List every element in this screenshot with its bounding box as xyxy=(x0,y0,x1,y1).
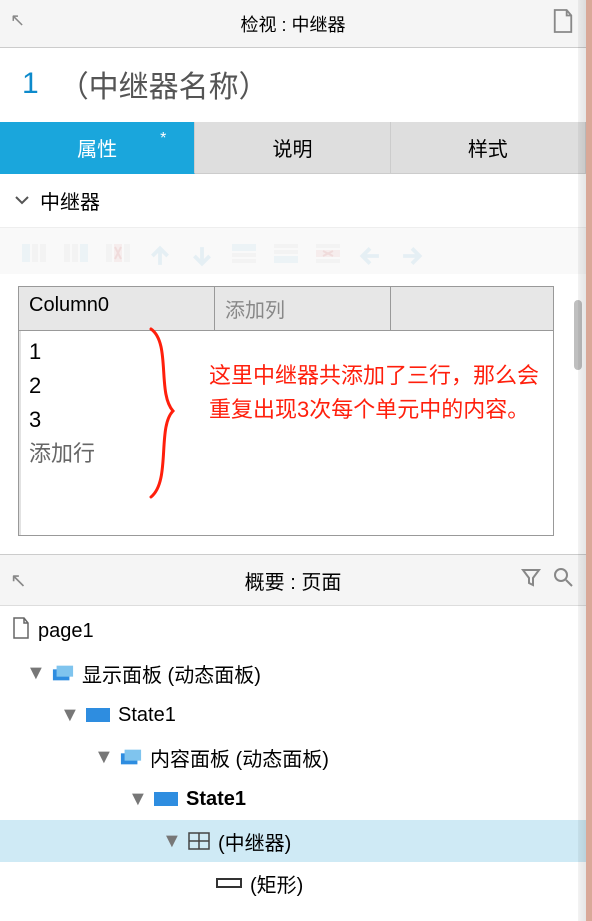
insert-col-left-icon[interactable] xyxy=(20,242,48,264)
dynamic-panel-icon xyxy=(120,748,142,766)
tab-style[interactable]: 样式 xyxy=(391,122,586,174)
delete-col-icon[interactable] xyxy=(104,242,132,264)
tree-repeater[interactable]: ▼ (中继器) xyxy=(0,820,586,862)
tree-state[interactable]: ▼ State1 xyxy=(0,778,586,820)
tree-label: (矩形) xyxy=(250,869,303,898)
dynamic-panel-icon xyxy=(52,664,74,682)
section-repeater[interactable]: 中继器 xyxy=(0,174,586,228)
state-icon xyxy=(86,708,110,722)
outline-header: ↖ 概要 : 页面 xyxy=(0,554,586,606)
repeater-data-grid[interactable]: Column0 添加列 1 2 3 添加行 这里中继器共添加了三行，那么会重复出… xyxy=(18,286,554,536)
move-up-icon[interactable] xyxy=(146,242,174,264)
repeater-toolbar xyxy=(0,228,586,274)
popout-icon[interactable]: ↖ xyxy=(10,10,25,31)
tree-label: page1 xyxy=(38,620,94,643)
col-spacer xyxy=(391,287,553,330)
state-icon xyxy=(154,792,178,806)
tree-label: State1 xyxy=(186,788,246,811)
chevron-down-icon: ▼ xyxy=(128,788,146,811)
chevron-down-icon: ▼ xyxy=(94,746,112,769)
delete-row-icon[interactable] xyxy=(314,242,342,264)
dirty-indicator: * xyxy=(160,130,166,148)
annotation-brace xyxy=(139,323,189,503)
move-down-icon[interactable] xyxy=(188,242,216,264)
widget-name[interactable]: （中继器名称） xyxy=(59,62,269,106)
inspector-tabs: 属性 * 说明 样式 xyxy=(0,122,586,174)
inspector-title: 检视 : 中继器 xyxy=(240,11,345,37)
widget-index: 1 xyxy=(22,67,39,101)
chevron-down-icon: ▼ xyxy=(26,662,44,685)
insert-col-right-icon[interactable] xyxy=(62,242,90,264)
tree-label: 显示面板 (动态面板) xyxy=(82,659,261,688)
page-icon xyxy=(12,617,30,645)
move-right-icon[interactable] xyxy=(398,242,426,264)
tree-label: 内容面板 (动态面板) xyxy=(150,743,329,772)
tab-notes[interactable]: 说明 xyxy=(195,122,390,174)
chevron-down-icon xyxy=(14,189,30,212)
grid-body: 1 2 3 添加行 这里中继器共添加了三行，那么会重复出现3次每个单元中的内容。 xyxy=(19,331,553,535)
scrollbar-thumb[interactable] xyxy=(574,300,582,370)
add-row[interactable]: 添加行 xyxy=(29,437,543,471)
outline-tree: page1 ▼ 显示面板 (动态面板) ▼ State1 ▼ 内容面板 (动态面… xyxy=(0,606,586,908)
add-column[interactable]: 添加列 xyxy=(215,287,391,330)
note-icon[interactable] xyxy=(552,8,574,39)
tree-label: (中继器) xyxy=(218,827,291,856)
tree-page[interactable]: page1 xyxy=(0,610,586,652)
tree-dynpanel[interactable]: ▼ 显示面板 (动态面板) xyxy=(0,652,586,694)
widget-title-row: 1 （中继器名称） xyxy=(0,48,586,122)
tab-properties[interactable]: 属性 * xyxy=(0,122,195,174)
repeater-icon xyxy=(188,832,210,850)
tree-state[interactable]: ▼ State1 xyxy=(0,694,586,736)
annotation-text: 这里中继器共添加了三行，那么会重复出现3次每个单元中的内容。 xyxy=(209,359,545,427)
outline-title: 概要 : 页面 xyxy=(245,566,342,595)
tree-rectangle[interactable]: (矩形) xyxy=(0,862,586,904)
tree-label: State1 xyxy=(118,704,176,727)
insert-row-below-icon[interactable] xyxy=(272,242,300,264)
chevron-down-icon: ▼ xyxy=(60,704,78,727)
section-label: 中继器 xyxy=(40,186,100,215)
rectangle-icon xyxy=(216,878,242,888)
grid-header: Column0 添加列 xyxy=(19,287,553,331)
inspector-header: ↖ 检视 : 中继器 xyxy=(0,0,586,48)
tree-dynpanel[interactable]: ▼ 内容面板 (动态面板) xyxy=(0,736,586,778)
popout-icon[interactable]: ↖ xyxy=(10,568,27,593)
move-left-icon[interactable] xyxy=(356,242,384,264)
filter-icon[interactable] xyxy=(520,566,542,594)
insert-row-above-icon[interactable] xyxy=(230,242,258,264)
chevron-down-icon: ▼ xyxy=(162,830,180,853)
search-icon[interactable] xyxy=(552,566,574,594)
